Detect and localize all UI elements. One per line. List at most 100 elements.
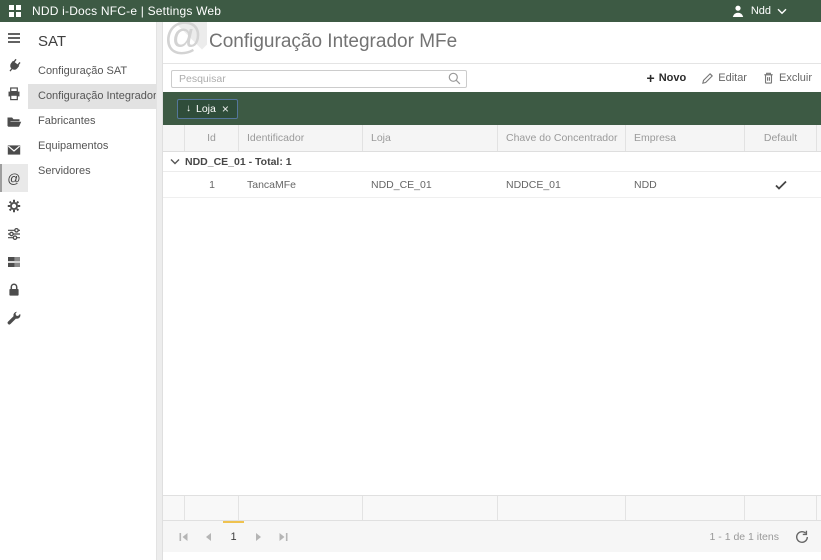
edit-pencil-icon bbox=[702, 72, 714, 84]
next-page-button[interactable] bbox=[246, 521, 271, 552]
pager-nav: 1 bbox=[171, 521, 296, 552]
wrench-icon bbox=[7, 311, 21, 325]
rail-item-plug[interactable] bbox=[0, 52, 28, 80]
icon-rail: @ bbox=[0, 22, 28, 560]
sliders-icon bbox=[8, 227, 20, 241]
previous-page-button[interactable] bbox=[196, 521, 221, 552]
collapse-chevron-icon[interactable] bbox=[170, 158, 180, 166]
printer-icon bbox=[8, 87, 20, 101]
bottom-strip bbox=[163, 552, 821, 560]
novo-button[interactable]: + Novo bbox=[647, 71, 687, 85]
column-header-chave-do-concentrador[interactable]: Chave do Concentrador bbox=[498, 125, 626, 151]
last-page-button[interactable] bbox=[271, 521, 296, 552]
topbar: NDD i-Docs NFC-e | Settings Web Ndd bbox=[0, 0, 821, 22]
user-name: Ndd bbox=[750, 5, 771, 17]
sidebar-item-configuracao-sat[interactable]: Configuração SAT bbox=[28, 59, 156, 84]
plug-icon bbox=[9, 58, 21, 72]
sidebar-item-fabricantes[interactable]: Fabricantes bbox=[28, 109, 156, 134]
refresh-button[interactable] bbox=[795, 530, 809, 544]
grid-footer-row bbox=[163, 495, 821, 521]
page-header: @ Configuração Integrador MFe bbox=[163, 21, 821, 64]
current-page-button[interactable]: 1 bbox=[221, 521, 246, 552]
last-page-icon bbox=[279, 532, 288, 541]
menu-icon bbox=[8, 33, 20, 43]
column-header-expander bbox=[163, 125, 185, 151]
server-icon bbox=[8, 257, 20, 267]
editar-button[interactable]: Editar bbox=[701, 72, 747, 85]
cell-expander bbox=[163, 172, 185, 197]
excluir-label: Excluir bbox=[778, 72, 812, 84]
lock-icon bbox=[9, 283, 19, 296]
gear-icon bbox=[7, 199, 21, 213]
cell-id: 1 bbox=[209, 178, 215, 191]
sidebar-item-servidores[interactable]: Servidores bbox=[28, 159, 156, 184]
column-header-identificador[interactable]: Identificador bbox=[239, 125, 363, 151]
pager-right: 1 - 1 de 1 itens bbox=[710, 530, 809, 544]
refresh-icon bbox=[796, 530, 808, 543]
group-chip-label: Loja bbox=[196, 102, 216, 115]
rail-item-sliders[interactable] bbox=[0, 220, 28, 248]
toolbar: + Novo Editar Excluir bbox=[647, 71, 812, 85]
column-header-id[interactable]: Id bbox=[185, 125, 239, 151]
column-header-default[interactable]: Default bbox=[745, 125, 817, 151]
apps-grid-icon[interactable] bbox=[8, 4, 22, 18]
footer-cell bbox=[745, 496, 817, 520]
grid-header-row: Id Identificador Loja Chave do Concentra… bbox=[163, 125, 821, 152]
chip-close-icon[interactable]: × bbox=[222, 103, 229, 115]
app-window: NDD i-Docs NFC-e | Settings Web Ndd @ SA… bbox=[0, 0, 821, 560]
editar-label: Editar bbox=[718, 72, 747, 84]
footer-cell bbox=[626, 496, 745, 520]
actions-row: + Novo Editar bbox=[163, 64, 821, 92]
plus-icon: + bbox=[646, 70, 655, 86]
previous-page-icon bbox=[206, 532, 211, 541]
table-row[interactable]: 1 TancaMFe NDD_CE_01 NDDCE_01 NDD bbox=[163, 172, 821, 198]
footer-cell bbox=[363, 496, 498, 520]
footer-cell-filler bbox=[817, 496, 821, 520]
rail-item-gear[interactable] bbox=[0, 192, 28, 220]
search-icon[interactable] bbox=[447, 71, 462, 91]
mail-icon bbox=[7, 145, 21, 155]
excluir-button[interactable]: Excluir bbox=[762, 71, 812, 85]
at-sign-badge-icon: @ bbox=[164, 21, 203, 58]
main-content: @ Configuração Integrador MFe + Novo bbox=[163, 21, 821, 560]
rail-item-menu[interactable] bbox=[0, 24, 28, 52]
sidebar-title: SAT bbox=[38, 33, 67, 50]
rail-item-lock[interactable] bbox=[0, 276, 28, 304]
grid-body-empty bbox=[163, 198, 821, 495]
column-header-loja[interactable]: Loja bbox=[363, 125, 498, 151]
first-page-button[interactable] bbox=[171, 521, 196, 552]
footer-cell bbox=[185, 496, 239, 520]
rail-item-server[interactable] bbox=[0, 248, 28, 276]
search-input[interactable] bbox=[171, 69, 467, 88]
column-header-empresa[interactable]: Empresa bbox=[626, 125, 745, 151]
trash-icon bbox=[764, 72, 773, 84]
apps-grid-icon-glyph bbox=[9, 5, 21, 17]
pager: 1 1 - 1 de 1 itens bbox=[163, 521, 821, 552]
module-badge: @ bbox=[163, 21, 207, 64]
sidebar-item-equipamentos[interactable]: Equipamentos bbox=[28, 134, 156, 159]
next-page-icon bbox=[256, 532, 261, 541]
rail-item-wrench[interactable] bbox=[0, 304, 28, 332]
cell-loja: NDD_CE_01 bbox=[371, 178, 432, 191]
folder-open-icon bbox=[7, 117, 22, 127]
cell-empresa: NDD bbox=[634, 178, 657, 191]
rail-item-at[interactable]: @ bbox=[0, 164, 28, 192]
pager-info: 1 - 1 de 1 itens bbox=[709, 530, 779, 543]
footer-cell bbox=[239, 496, 363, 520]
sidebar-gutter bbox=[156, 22, 163, 560]
group-row-label: NDD_CE_01 - Total: 1 bbox=[185, 155, 292, 168]
chevron-down-icon bbox=[777, 8, 787, 14]
novo-label: Novo bbox=[658, 72, 687, 84]
page-title: Configuração Integrador MFe bbox=[209, 30, 458, 52]
search-box bbox=[171, 69, 467, 88]
sidebar-item-configuracao-integrador[interactable]: Configuração Integrador bbox=[28, 84, 157, 109]
rail-item-folder[interactable] bbox=[0, 108, 28, 136]
user-icon bbox=[732, 5, 744, 17]
rail-item-printer[interactable] bbox=[0, 80, 28, 108]
first-page-icon bbox=[179, 532, 188, 541]
app-title: NDD i-Docs NFC-e | Settings Web bbox=[32, 4, 222, 18]
user-menu[interactable]: Ndd bbox=[731, 4, 787, 18]
group-chip-loja[interactable]: ↓ Loja × bbox=[177, 98, 238, 119]
group-row[interactable]: NDD_CE_01 - Total: 1 bbox=[163, 152, 821, 172]
rail-item-mail[interactable] bbox=[0, 136, 28, 164]
